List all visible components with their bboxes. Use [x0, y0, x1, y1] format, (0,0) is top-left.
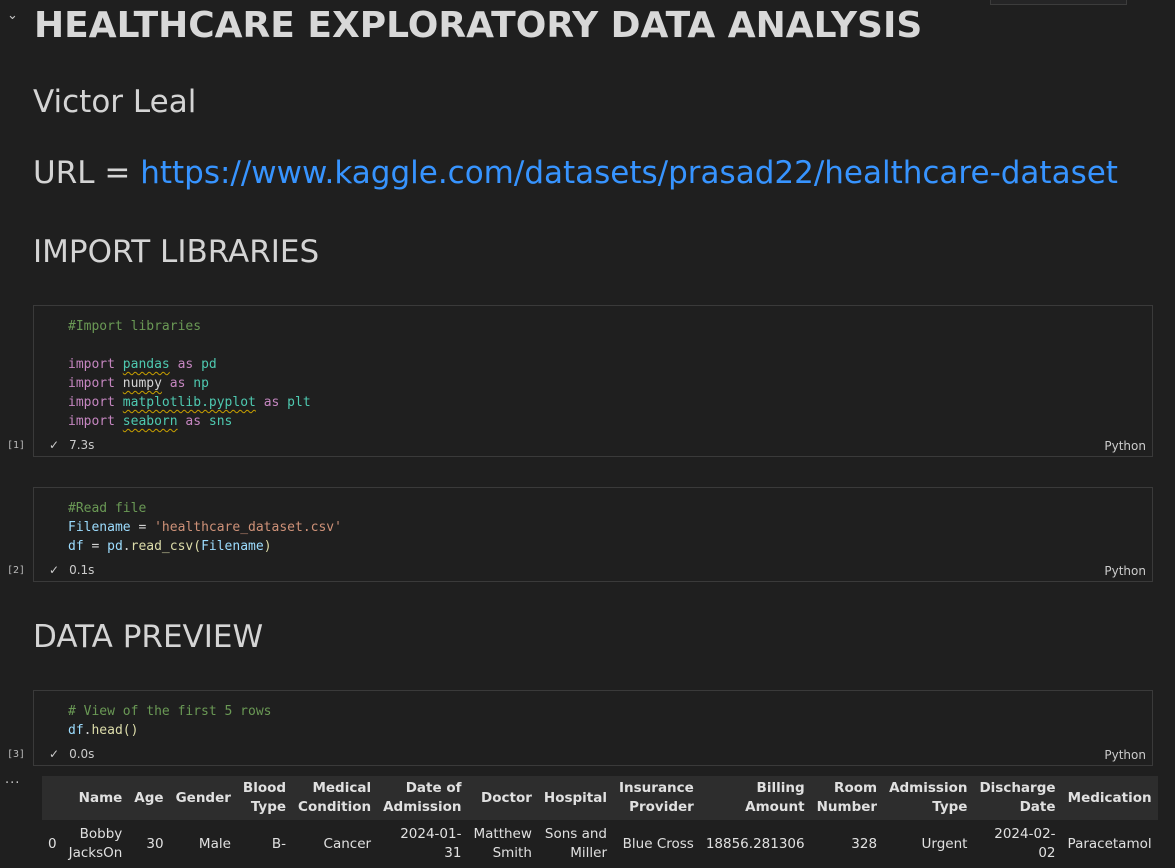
table-cell: Cancer: [323, 835, 372, 852]
table-cell: 30: [146, 835, 164, 852]
module-alias: np: [193, 376, 209, 391]
exec-count: [3]: [7, 749, 26, 760]
table-cell: Matthew Smith: [473, 826, 532, 861]
column-header: Medical Condition: [298, 780, 372, 815]
table-header-row: Name Age Gender Blood Type Medical Condi…: [42, 776, 1158, 820]
dot: .: [122, 539, 131, 554]
module-alias: plt: [287, 395, 311, 410]
dataset-link[interactable]: https://www.kaggle.com/datasets/prasad22…: [140, 155, 1118, 191]
column-header: Admission Type: [889, 780, 968, 815]
section-import-heading: IMPORT LIBRARIES: [33, 234, 320, 270]
table-cell: Male: [198, 835, 231, 852]
toolbar-box: [990, 0, 1127, 5]
code-cell[interactable]: #Import libraries import pandas as pd im…: [33, 305, 1153, 457]
code-editor[interactable]: #Read file Filename = 'healthcare_datase…: [34, 488, 1152, 556]
code-comment: # View of the first 5 rows: [68, 704, 272, 719]
column-header: Medication: [1067, 789, 1152, 806]
check-icon: ✓: [49, 438, 60, 452]
output-dataframe: Name Age Gender Blood Type Medical Condi…: [42, 776, 1158, 868]
function-name: read_csv: [130, 539, 194, 554]
keyword: as: [185, 414, 202, 429]
language-label[interactable]: Python: [1104, 439, 1146, 453]
index-header: [42, 776, 63, 820]
argument: Filename: [201, 539, 264, 554]
code-comment: #Import libraries: [68, 319, 202, 334]
column-header: Insurance Provider: [619, 780, 694, 815]
operator: =: [130, 520, 155, 535]
code-cell[interactable]: # View of the first 5 rows df.head() ✓ 0.…: [33, 690, 1153, 766]
paren: (: [193, 539, 202, 554]
exec-count: [2]: [7, 565, 26, 576]
variable: Filename: [68, 520, 131, 535]
keyword: as: [263, 395, 280, 410]
table-cell: 2024-02-02: [994, 826, 1056, 861]
variable: df: [68, 723, 84, 738]
module-alias: pd: [107, 539, 123, 554]
column-header: Room Number: [816, 780, 878, 815]
table-cell: 2024-01-31: [400, 826, 462, 861]
exec-time: 0.1s: [69, 563, 95, 577]
module-alias: sns: [208, 414, 233, 429]
column-header: Date of Admission: [383, 780, 462, 815]
exec-time: 7.3s: [69, 438, 95, 452]
collapse-chevron-icon[interactable]: ⌄: [7, 8, 18, 23]
keyword: import: [68, 357, 115, 372]
column-header: Doctor: [481, 789, 532, 806]
keyword: import: [68, 376, 115, 391]
table-row: 0 Bobby JacksOn 30 Male B- Cancer 2024-0…: [42, 820, 1158, 868]
code-comment: #Read file: [68, 501, 147, 516]
check-icon: ✓: [49, 747, 60, 761]
exec-count: [1]: [7, 440, 26, 451]
author-name: Victor Leal: [33, 84, 197, 120]
url-prefix: URL =: [33, 155, 141, 191]
code-editor[interactable]: #Import libraries import pandas as pd im…: [34, 306, 1152, 431]
column-header: Hospital: [543, 789, 607, 806]
table-cell: Bobby JacksOn: [68, 826, 123, 861]
module-name: numpy: [122, 376, 162, 391]
module-name: matplotlib.pyplot: [122, 395, 256, 410]
code-editor[interactable]: # View of the first 5 rows df.head(): [34, 691, 1152, 740]
notebook-title: HEALTHCARE EXPLORATORY DATA ANALYSIS: [34, 5, 923, 46]
column-header: Gender: [175, 789, 231, 806]
language-label[interactable]: Python: [1104, 564, 1146, 578]
url-line: URL = https://www.kaggle.com/datasets/pr…: [33, 155, 1118, 191]
keyword: import: [68, 395, 115, 410]
column-header: Name: [78, 789, 123, 806]
keyword: as: [177, 357, 194, 372]
cell-status: ✓ 0.1s: [49, 563, 94, 577]
operator: =: [83, 539, 108, 554]
column-header: Blood Type: [242, 780, 287, 815]
cell-status: ✓ 0.0s: [49, 747, 94, 761]
table-cell: Blue Cross: [622, 835, 694, 852]
variable: df: [68, 539, 84, 554]
table-cell: 18856.281306: [705, 835, 805, 852]
check-icon: ✓: [49, 563, 60, 577]
table-cell: 328: [851, 835, 878, 852]
cell-status: ✓ 7.3s: [49, 438, 94, 452]
table-cell: Sons and Miller: [544, 826, 607, 861]
keyword: import: [68, 414, 115, 429]
paren: ): [263, 539, 272, 554]
exec-time: 0.0s: [69, 747, 95, 761]
module-name: seaborn: [122, 414, 178, 429]
row-index: 0: [48, 835, 57, 852]
function-name: head: [91, 723, 123, 738]
module-alias: pd: [201, 357, 217, 372]
section-preview-heading: DATA PREVIEW: [33, 619, 264, 655]
paren: (): [122, 723, 139, 738]
table-cell: B-: [271, 835, 287, 852]
column-header: Billing Amount: [745, 780, 805, 815]
dataframe-table: Name Age Gender Blood Type Medical Condi…: [42, 776, 1158, 868]
table-cell: Urgent: [921, 835, 968, 852]
string-literal: 'healthcare_dataset.csv': [154, 520, 342, 535]
table-cell: Paracetamol: [1067, 835, 1152, 852]
code-cell[interactable]: #Read file Filename = 'healthcare_datase…: [33, 487, 1153, 582]
language-label[interactable]: Python: [1104, 748, 1146, 762]
keyword: as: [169, 376, 186, 391]
column-header: Age: [134, 789, 164, 806]
column-header: Discharge Date: [979, 780, 1056, 815]
output-more-icon[interactable]: ...: [5, 772, 20, 787]
module-name: pandas: [122, 357, 170, 372]
